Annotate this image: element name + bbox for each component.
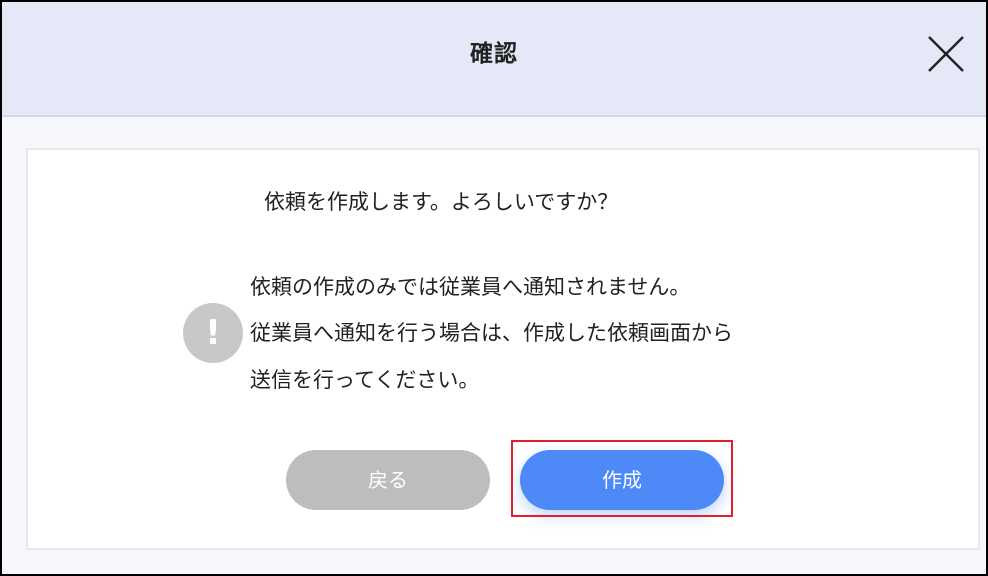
create-button[interactable]: 作成 xyxy=(520,450,724,510)
dialog-header: 確認 xyxy=(2,2,986,117)
notice-line-3: 送信を行ってください。 xyxy=(250,368,480,392)
dialog-content-panel: 依頼を作成します。よろしいですか？ ! 依頼の作成のみでは従業員へ通知されません… xyxy=(26,148,980,550)
exclamation-icon: ! xyxy=(183,303,243,363)
notice-line-1: 依頼の作成のみでは従業員へ通知されません。 xyxy=(250,275,691,299)
dialog-title: 確認 xyxy=(470,41,518,67)
confirm-dialog: 確認 依頼を作成します。よろしいですか？ ! 依頼の作成のみでは従業員へ通知され… xyxy=(0,0,988,576)
exclamation-symbol: ! xyxy=(205,313,221,353)
close-icon xyxy=(928,36,964,72)
confirm-question: 依頼を作成します。よろしいですか？ xyxy=(264,190,619,214)
notice-line-2: 従業員へ通知を行う場合は、作成した依頼画面から xyxy=(250,321,733,345)
back-button[interactable]: 戻る xyxy=(286,450,490,510)
close-button[interactable] xyxy=(926,34,966,74)
